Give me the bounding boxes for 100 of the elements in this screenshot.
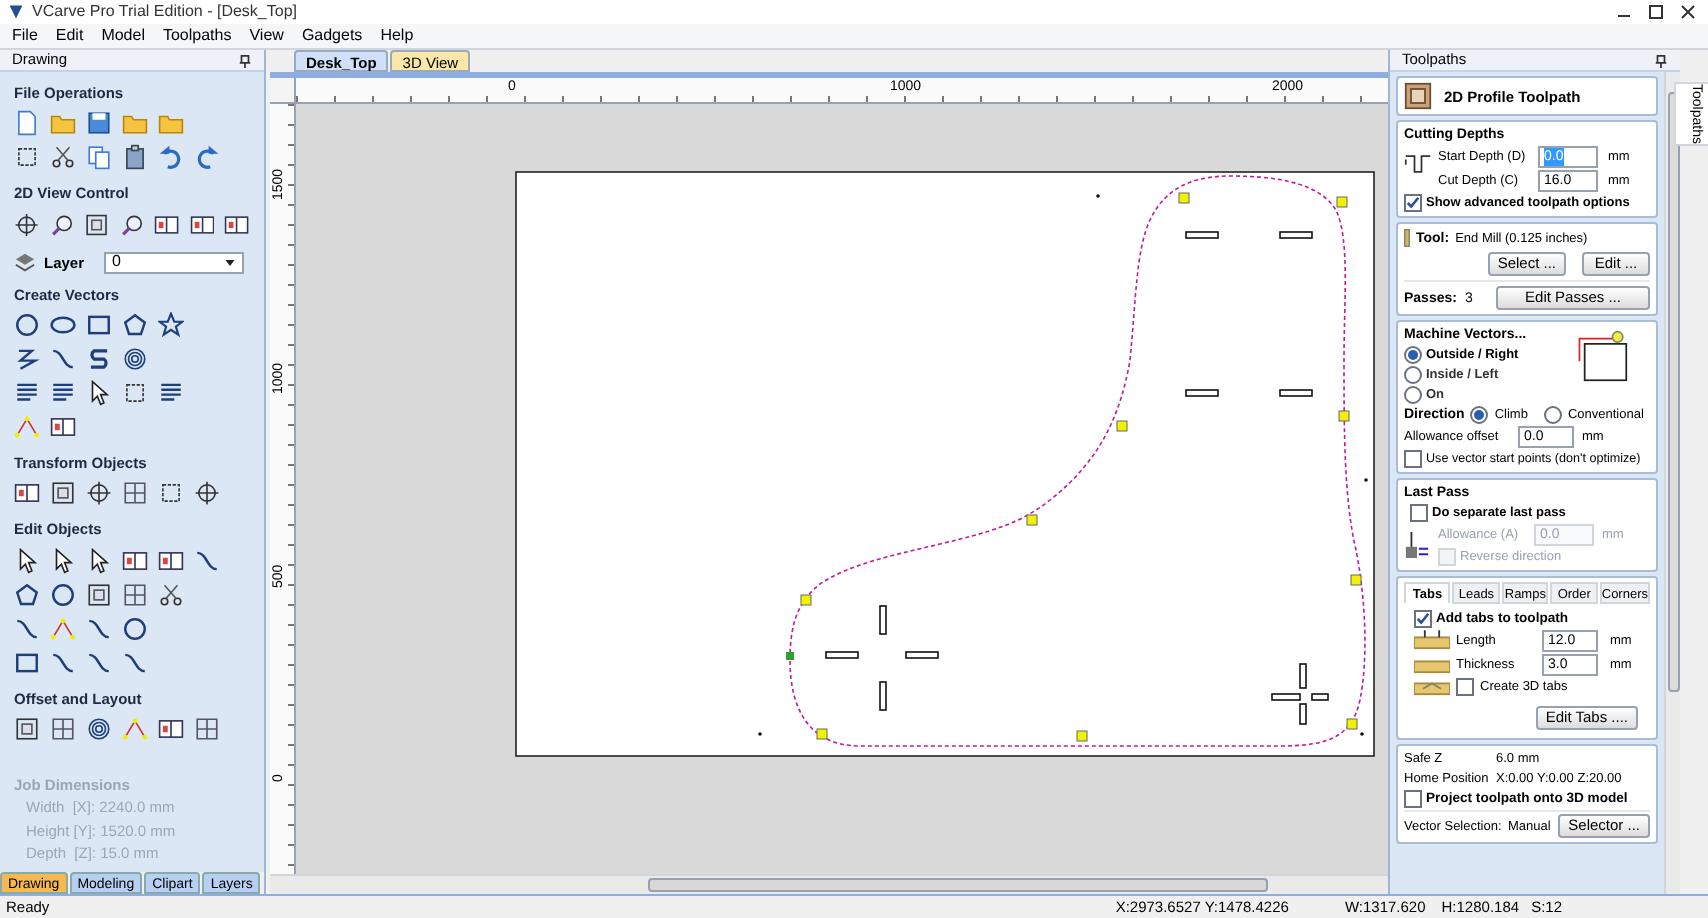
pin-icon[interactable] [1654,53,1668,67]
pentagon-icon[interactable] [14,581,40,607]
curve-icon[interactable] [50,649,76,675]
frame-icon[interactable] [50,480,76,507]
checkbox[interactable] [1404,790,1422,808]
polyline-icon[interactable] [14,346,40,372]
scrollbar-thumb[interactable] [648,878,1268,892]
spiral-icon[interactable] [86,715,112,742]
selection-box-icon[interactable] [158,480,184,507]
circle-icon[interactable] [50,581,76,607]
tab-length-icon[interactable] [1414,630,1450,652]
panel-icon[interactable] [158,715,184,742]
pin-icon[interactable] [238,53,252,67]
magnifier-icon[interactable] [119,211,145,237]
panel-icon[interactable] [154,211,180,237]
caret-icon[interactable] [224,257,237,268]
curve-icon[interactable] [50,346,76,372]
curve-icon[interactable] [86,615,112,641]
radio-button[interactable] [1404,386,1422,404]
curve-icon[interactable] [194,547,220,573]
nodes-icon[interactable] [14,414,40,440]
menu-item[interactable]: Model [101,24,145,48]
close-icon[interactable] [1676,2,1700,22]
radio-button[interactable] [1543,406,1562,424]
ellipse-icon[interactable] [50,312,76,338]
grid-icon[interactable] [50,715,76,742]
last-pass-diagram-icon[interactable] [1404,530,1430,560]
menu-item[interactable]: File [12,24,38,48]
text-lines-icon[interactable] [50,380,76,406]
document-icon[interactable] [14,110,40,137]
slot-shape [825,651,859,659]
circle-icon[interactable] [122,615,148,641]
s-curve-icon[interactable] [86,346,112,372]
text-lines-icon[interactable] [158,380,184,406]
panel-icon[interactable] [158,547,184,573]
grid-icon[interactable] [122,581,148,607]
slot-shape [879,605,887,635]
checkbox[interactable] [1410,504,1428,522]
grid-icon[interactable] [122,480,148,507]
star-icon[interactable] [158,312,184,338]
crosshair-icon[interactable] [14,211,40,237]
folder-icon[interactable] [158,110,184,137]
menu-item[interactable]: Help [380,24,414,48]
undo-icon[interactable] [158,144,184,171]
menu-item[interactable]: Gadgets [301,24,363,48]
scissors-icon[interactable] [50,144,76,171]
scrollbar-thumb[interactable] [1667,92,1679,692]
clipboard-icon[interactable] [122,144,148,171]
depth-diagram-icon[interactable] [1404,150,1432,176]
curve-icon[interactable] [86,649,112,675]
tab-3d-icon[interactable] [1414,678,1450,696]
radio-button[interactable] [1404,346,1422,364]
maximize-icon[interactable] [1644,2,1668,22]
menu-item[interactable]: View [249,24,284,48]
profile-diagram-icon[interactable] [1574,330,1630,382]
checkbox[interactable] [1456,678,1474,696]
curve-icon[interactable] [14,615,40,641]
radio-button[interactable] [1470,406,1489,424]
toolpath-icon[interactable] [1404,82,1432,110]
selection-box-icon[interactable] [122,380,148,406]
magnifier-icon[interactable] [49,211,75,237]
end-mill-icon[interactable] [1404,228,1410,248]
crosshair-icon[interactable] [194,480,220,507]
checkbox[interactable] [1404,450,1422,468]
crosshair-icon[interactable] [86,480,112,507]
nodes-icon[interactable] [122,715,148,742]
app-logo-icon[interactable] [8,4,24,20]
vertical-scrollbar[interactable] [1664,72,1680,894]
layers-icon[interactable] [14,251,36,274]
frame-icon[interactable] [14,715,40,742]
curve-icon[interactable] [122,649,148,675]
cursor-icon[interactable] [86,380,112,406]
circle-icon[interactable] [14,312,40,338]
menu-item[interactable]: Edit [55,24,84,48]
frame-icon[interactable] [84,211,110,237]
panel-icon[interactable] [122,547,148,573]
selection-box-icon[interactable] [14,144,40,171]
spiral-icon[interactable] [122,346,148,372]
rectangle-icon[interactable] [86,312,112,338]
redo-icon[interactable] [194,144,220,171]
pentagon-icon[interactable] [122,312,148,338]
menu-item[interactable]: Toolpaths [162,24,232,48]
rectangle-icon[interactable] [14,649,40,675]
frame-icon[interactable] [86,581,112,607]
panel-icon[interactable] [224,211,251,237]
cursor-icon[interactable] [86,547,112,573]
cursor-icon[interactable] [50,547,76,573]
panel-icon[interactable] [50,414,76,440]
grid-icon[interactable] [194,715,220,742]
layer-dropdown[interactable]: 0 [104,251,245,274]
pages-icon[interactable] [86,144,112,171]
panel-icon[interactable] [14,480,40,507]
panel-icon[interactable] [189,211,215,237]
nodes-icon[interactable] [50,615,76,641]
horizontal-scrollbar[interactable] [270,874,1388,894]
cursor-icon[interactable] [14,547,40,573]
radio-button[interactable] [1404,366,1422,384]
text-lines-icon[interactable] [14,380,40,406]
slot-shape [1299,663,1307,689]
scissors-icon[interactable] [158,581,184,607]
